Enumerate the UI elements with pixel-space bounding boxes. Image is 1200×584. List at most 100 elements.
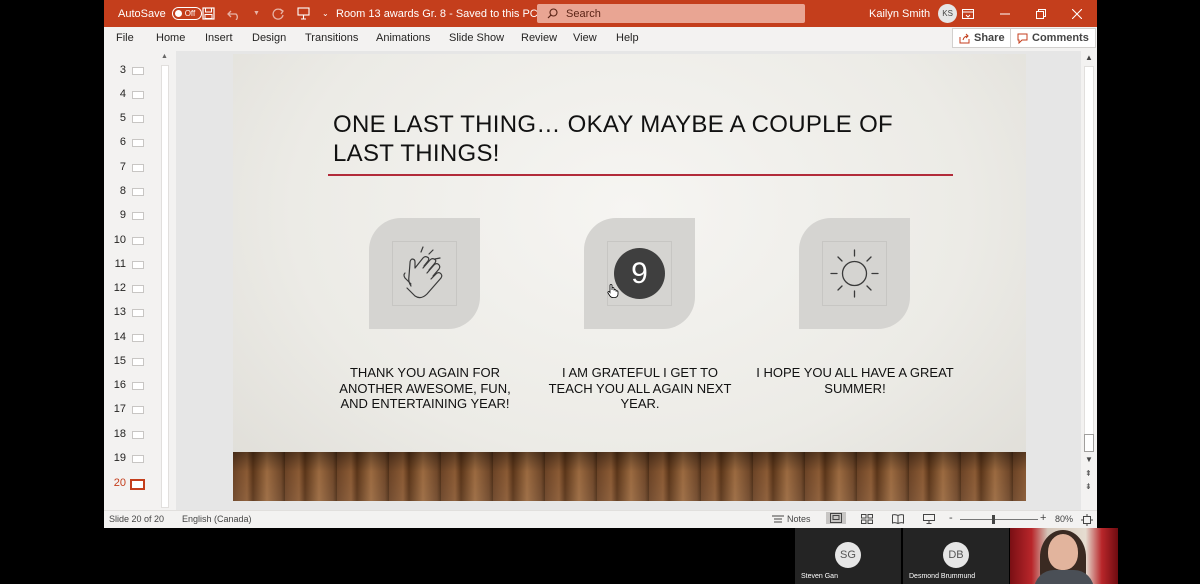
slide-thumbnail[interactable]: 16 — [104, 375, 164, 395]
tab-transitions[interactable]: Transitions — [305, 32, 358, 44]
slide-thumbnail[interactable]: 9 — [104, 205, 164, 225]
avatar[interactable]: KS — [938, 4, 958, 23]
slide-thumbnail[interactable]: 5 — [104, 108, 164, 128]
slide-thumbnail[interactable]: 3 — [104, 60, 164, 80]
slide-thumbnail[interactable]: 15 — [104, 351, 164, 371]
fit-to-window-icon[interactable] — [1081, 514, 1093, 526]
slide-thumbnail[interactable]: 13 — [104, 302, 164, 322]
slide-number: 6 — [119, 136, 126, 148]
slide-title[interactable]: ONE LAST THING… OKAY MAYBE A COUPLE OF L… — [333, 110, 953, 168]
slide-thumbnail[interactable]: 12 — [104, 278, 164, 298]
scroll-down-arrow-icon[interactable]: ▼ — [1085, 455, 1093, 464]
search-box[interactable]: Search — [537, 4, 805, 23]
autosave-label: AutoSave — [118, 7, 166, 20]
slide-thumbnail[interactable]: 10 — [104, 230, 164, 250]
icon-card[interactable]: 9 — [584, 218, 695, 329]
tab-review[interactable]: Review — [521, 32, 557, 44]
scrollbar-track[interactable] — [1084, 66, 1094, 451]
participant-tile[interactable]: SG Steven Gan — [795, 528, 901, 584]
slide-thumbnail[interactable]: 17 — [104, 399, 164, 419]
card-caption[interactable]: I HOPE YOU ALL HAVE A GREAT SUMMER! — [755, 365, 955, 396]
tab-view[interactable]: View — [573, 32, 597, 44]
zoom-in-button[interactable]: + — [1040, 512, 1046, 524]
editor-scrollbar[interactable]: ▲ ▼ ⇞ ⇟ — [1081, 51, 1097, 510]
autosave-toggle[interactable]: Off — [171, 7, 202, 20]
slide-sorter-icon[interactable] — [861, 514, 873, 524]
chevron-down-icon[interactable]: ▼ — [253, 10, 260, 17]
zoom-slider[interactable] — [960, 515, 1038, 524]
close-icon[interactable] — [1072, 8, 1082, 19]
icon-card[interactable] — [799, 218, 910, 329]
autosave-control[interactable]: AutoSave Off — [118, 0, 202, 27]
language-indicator[interactable]: English (Canada) — [182, 514, 252, 524]
wood-floor-image — [233, 452, 1026, 501]
scrollbar-thumb[interactable] — [1084, 434, 1094, 452]
user-name: Kailyn Smith — [869, 7, 931, 20]
tab-home[interactable]: Home — [156, 32, 185, 44]
slide-thumbnail[interactable]: 8 — [104, 181, 164, 201]
tab-insert[interactable]: Insert — [205, 32, 233, 44]
card-caption[interactable]: I AM GRATEFUL I GET TO TEACH YOU ALL AGA… — [540, 365, 740, 412]
slide-thumbnail[interactable]: 4 — [104, 84, 164, 104]
account-area[interactable]: Kailyn Smith KS — [869, 0, 958, 27]
slide-canvas[interactable]: ONE LAST THING… OKAY MAYBE A COUPLE OF L… — [233, 54, 1026, 501]
tab-design[interactable]: Design — [252, 32, 286, 44]
customize-toolbar-icon[interactable]: ⌄ — [322, 9, 329, 18]
restore-icon[interactable] — [1036, 8, 1046, 19]
minimize-icon[interactable] — [1000, 9, 1010, 19]
zoom-level[interactable]: 80% — [1055, 514, 1073, 524]
comments-button[interactable]: Comments — [1010, 28, 1096, 48]
document-title[interactable]: Room 13 awards Gr. 8 - Saved to this PC … — [336, 0, 551, 27]
previous-slide-icon[interactable]: ⇞ — [1085, 469, 1092, 478]
thumbnail-image — [132, 285, 144, 293]
ribbon-display-options-icon[interactable] — [962, 8, 974, 19]
save-icon[interactable] — [202, 7, 215, 20]
slide-number: 3 — [119, 64, 126, 76]
participant-name: Desmond Brummund — [909, 573, 976, 580]
slide-thumbnail-active[interactable]: 20 — [104, 473, 164, 493]
icon-card[interactable] — [369, 218, 480, 329]
zoom-out-button[interactable]: - — [949, 512, 953, 524]
thumbnail-image — [132, 237, 144, 245]
thumbnail-image — [132, 67, 144, 75]
slide-number: 8 — [119, 185, 126, 197]
scroll-up-arrow-icon[interactable]: ▲ — [161, 53, 168, 60]
participant-tile[interactable]: DB Desmond Brummund — [903, 528, 1009, 584]
undo-icon[interactable] — [227, 8, 241, 20]
slide-thumbnail[interactable]: 11 — [104, 254, 164, 274]
next-slide-icon[interactable]: ⇟ — [1085, 482, 1092, 491]
thumbnail-scrollbar[interactable]: ▲ — [158, 51, 172, 510]
slide-thumbnail[interactable]: 18 — [104, 424, 164, 444]
notes-button[interactable]: Notes — [772, 514, 811, 524]
window-controls — [962, 0, 1082, 27]
document-title-text: Room 13 awards Gr. 8 - Saved to this PC — [336, 7, 538, 20]
participant-video[interactable] — [1010, 528, 1118, 584]
slide-show-icon[interactable] — [923, 514, 935, 524]
tab-help[interactable]: Help — [616, 32, 639, 44]
tab-file[interactable]: File — [116, 32, 134, 44]
normal-view-icon[interactable] — [826, 512, 846, 524]
share-button[interactable]: Share — [952, 28, 1012, 48]
tab-animations[interactable]: Animations — [376, 32, 430, 44]
slide-number: 15 — [113, 355, 126, 367]
thumbnail-image — [132, 431, 144, 439]
slide-thumbnail[interactable]: 19 — [104, 448, 164, 468]
slide-thumbnail[interactable]: 6 — [104, 132, 164, 152]
tab-slide-show[interactable]: Slide Show — [449, 32, 504, 44]
slide-number: 13 — [113, 306, 126, 318]
slide-number: 20 — [113, 477, 126, 489]
slide-thumbnail[interactable]: 14 — [104, 327, 164, 347]
scrollbar-track[interactable] — [161, 65, 169, 508]
search-placeholder: Search — [566, 7, 601, 20]
quick-access-toolbar: ▼ ⌄ — [202, 0, 329, 27]
scroll-up-arrow-icon[interactable]: ▲ — [1085, 53, 1093, 62]
slide-thumbnail[interactable]: 7 — [104, 157, 164, 177]
present-from-beginning-icon[interactable] — [297, 7, 310, 20]
reading-view-icon[interactable] — [892, 514, 904, 524]
zoom-slider-thumb[interactable] — [992, 515, 995, 524]
number-9-icon: 9 — [614, 248, 665, 299]
card-caption[interactable]: THANK YOU AGAIN FOR ANOTHER AWESOME, FUN… — [325, 365, 525, 412]
redo-icon[interactable] — [272, 7, 285, 20]
icon-frame — [822, 241, 887, 306]
slide-number: 9 — [119, 209, 126, 221]
